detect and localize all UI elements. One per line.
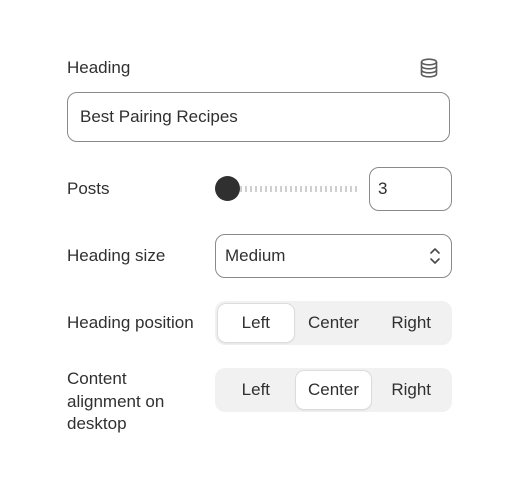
content-alignment-center-button[interactable]: Center bbox=[295, 371, 372, 409]
heading-position-center-button[interactable]: Center bbox=[296, 304, 372, 342]
heading-input[interactable] bbox=[67, 92, 450, 142]
slider-track bbox=[225, 186, 359, 192]
content-alignment-left-button[interactable]: Left bbox=[218, 371, 294, 409]
content-alignment-right-button[interactable]: Right bbox=[373, 371, 449, 409]
slider-thumb[interactable] bbox=[215, 176, 240, 201]
database-icon[interactable] bbox=[418, 57, 440, 79]
chevron-up-down-icon bbox=[428, 245, 442, 267]
heading-size-value: Medium bbox=[225, 246, 286, 265]
heading-label: Heading bbox=[67, 58, 131, 77]
posts-slider[interactable] bbox=[215, 175, 359, 203]
heading-position-control: Left Center Right bbox=[215, 301, 452, 345]
heading-position-right-button[interactable]: Right bbox=[373, 304, 449, 342]
content-alignment-label: Content alignment on desktop bbox=[67, 369, 165, 433]
heading-size-label: Heading size bbox=[67, 246, 166, 265]
heading-position-left-button[interactable]: Left bbox=[218, 304, 294, 342]
settings-panel: Heading Posts Heading size Medium Headin… bbox=[67, 0, 452, 495]
posts-number-input[interactable] bbox=[369, 167, 452, 211]
heading-size-select[interactable]: Medium bbox=[215, 234, 452, 278]
content-alignment-control: Left Center Right bbox=[215, 368, 452, 412]
heading-position-label: Heading position bbox=[67, 313, 194, 332]
posts-label: Posts bbox=[67, 179, 110, 198]
